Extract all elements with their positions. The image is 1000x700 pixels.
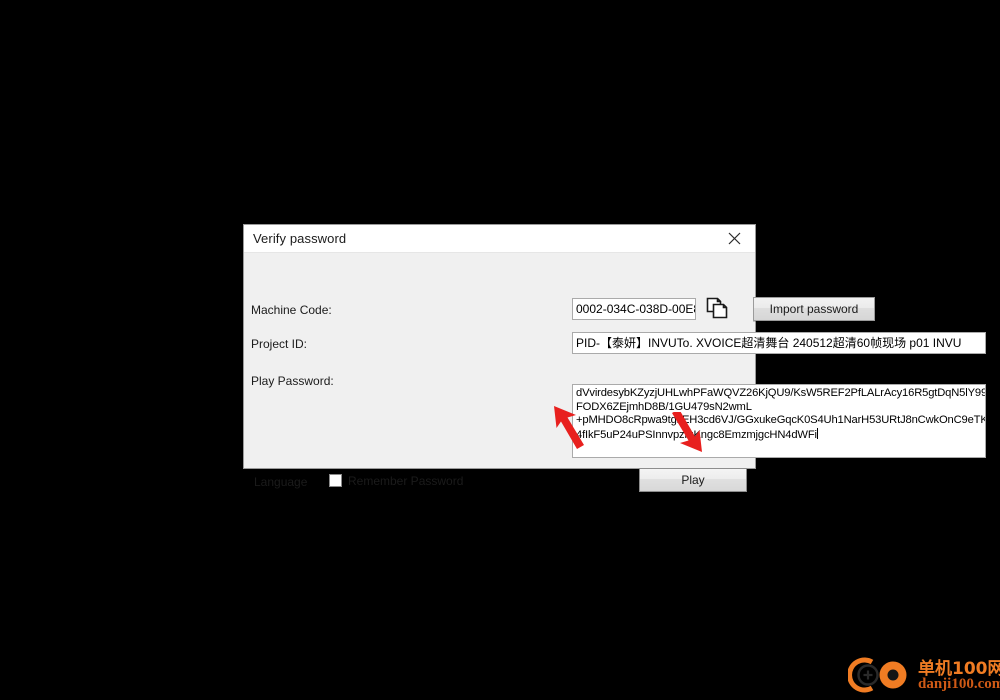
play-password-label: Play Password: — [251, 374, 334, 388]
password-line: 4fIkF5uP24uPSInnvpzrzKngc8EmzmjgcHN4dWFi — [576, 427, 982, 443]
dialog-form-body: Machine Code: 0002-034C-038D-00E8 Import… — [244, 253, 986, 492]
remember-password-label[interactable]: Remember Password — [348, 474, 463, 488]
copy-icon[interactable] — [704, 296, 730, 322]
dialog-title: Verify password — [253, 231, 347, 246]
password-line: FODX6ZEjmhD8B/1GU479sN2wmL — [576, 400, 752, 413]
text-caret — [816, 427, 818, 439]
language-label[interactable]: Language — [254, 475, 307, 489]
machine-code-label: Machine Code: — [251, 303, 332, 317]
remember-password-checkbox[interactable] — [329, 474, 342, 487]
import-password-button[interactable]: Import password — [753, 297, 875, 321]
dialog-footer-row: Language Remember Password Play — [244, 465, 755, 497]
play-password-textarea[interactable]: dVvirdesybKZyzjUHLwhPFaWQVZ26KjQU9/KsW5R… — [572, 384, 986, 458]
project-id-label: Project ID: — [251, 337, 308, 351]
password-line: dVvirdesybKZyzjUHLwhPFaWQVZ26KjQU9/KsW5R… — [576, 387, 986, 399]
dialog-titlebar: Verify password — [244, 225, 755, 253]
play-button[interactable]: Play — [639, 468, 747, 492]
project-id-input[interactable]: PID-【泰妍】INVUTo. XVOICE超清舞台 240512超清60帧现场… — [572, 332, 986, 354]
password-line: +pMHDO8cRpwa9tgl/EH3cd6VJ/GGxukeGqcK0S4U… — [576, 414, 986, 427]
watermark: 单机100网 danji100.com — [848, 652, 1000, 698]
machine-code-input[interactable]: 0002-034C-038D-00E8 — [572, 298, 696, 320]
close-icon[interactable] — [713, 225, 755, 252]
watermark-site-name-en: danji100.com — [918, 676, 1000, 692]
password-line-text: 4fIkF5uP24uPSInnvpzrzKngc8EmzmjgcHN4dWFi — [576, 428, 817, 441]
watermark-logo-icon — [848, 657, 907, 693]
verify-password-dialog: Verify password Machine Code: 0002-034C-… — [243, 224, 986, 492]
